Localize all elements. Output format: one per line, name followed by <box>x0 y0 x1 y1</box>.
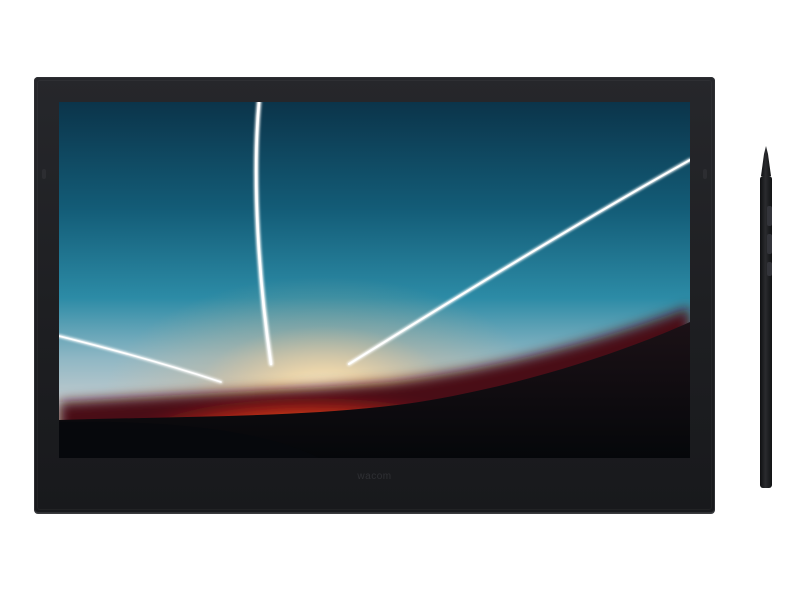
stylus-pen <box>760 146 772 488</box>
right-sensor-dot <box>703 169 707 179</box>
left-sensor-dot <box>42 169 46 179</box>
pen-display-tablet: wacom <box>34 77 715 513</box>
pen-tip-icon <box>761 146 771 176</box>
product-photo: wacom <box>0 0 800 600</box>
brand-logo: wacom <box>357 471 392 482</box>
pen-side-button-icon <box>767 206 772 226</box>
wallpaper-image <box>59 102 690 458</box>
display-screen <box>59 102 690 458</box>
